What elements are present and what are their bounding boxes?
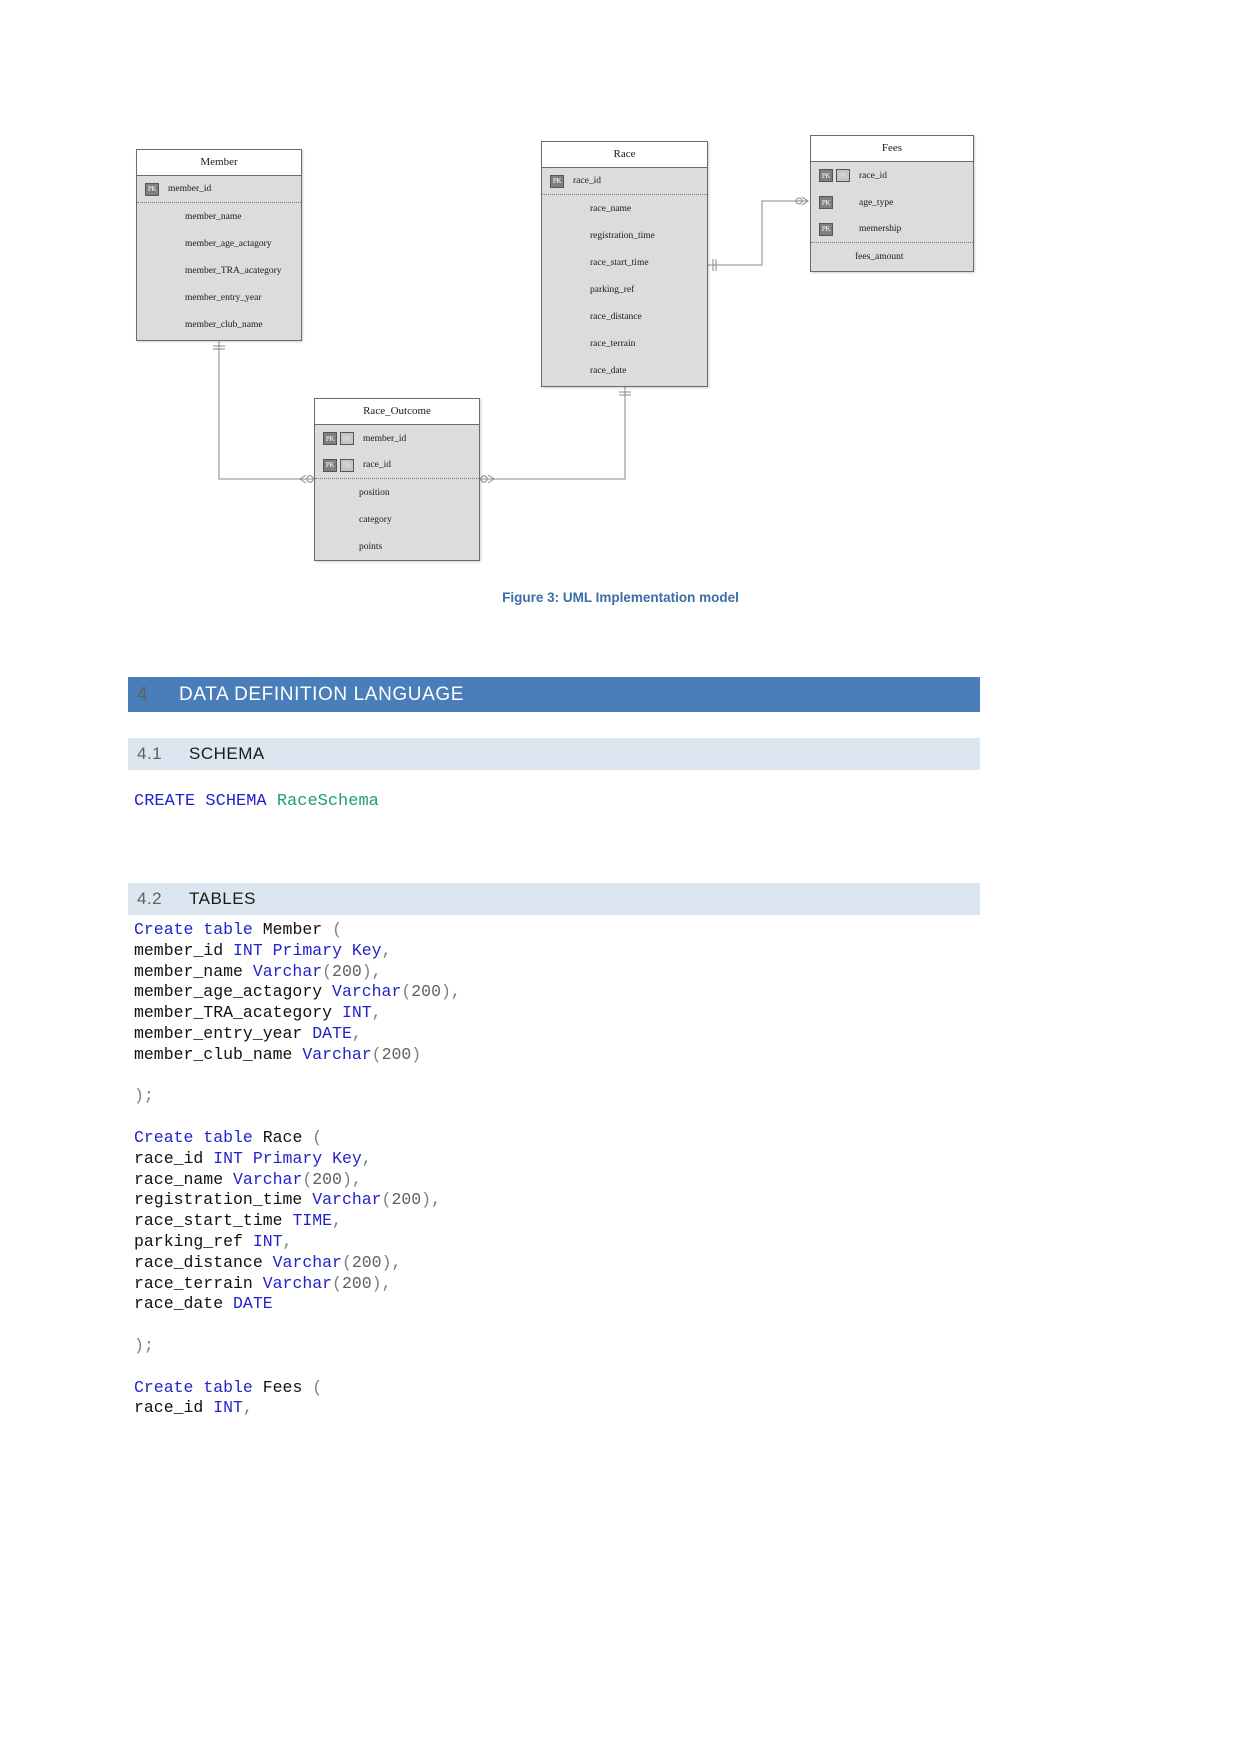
entity-attribute-row[interactable]: member_age_actagory: [137, 230, 301, 257]
subsection-heading-4-1: 4.1 SCHEMA: [128, 738, 980, 770]
attribute-label: member_id: [168, 184, 212, 194]
pk-badge-icon: PK: [323, 432, 337, 445]
entity-attribute-row[interactable]: parking_ref: [542, 276, 707, 303]
entity-attribute-row[interactable]: PK FK race_id: [315, 452, 479, 479]
entity-fees[interactable]: Fees PK FK race_id PK age_type PK memers…: [810, 135, 974, 272]
subsection-number: 4.2: [137, 889, 163, 908]
entity-attribute-list: PK race_id race_name registration_time r…: [542, 168, 707, 384]
entity-attribute-row[interactable]: member_name: [137, 203, 301, 230]
attribute-label: race_id: [573, 176, 601, 186]
attribute-label: position: [359, 487, 390, 498]
attribute-label: member_name: [185, 211, 242, 222]
entity-title: Fees: [811, 136, 973, 162]
attribute-label: race_id: [859, 170, 887, 181]
entity-attribute-row[interactable]: registration_time: [542, 222, 707, 249]
subsection-title: SCHEMA: [189, 744, 265, 763]
entity-attribute-row[interactable]: race_terrain: [542, 330, 707, 357]
subsection-number: 4.1: [137, 744, 163, 763]
entity-member[interactable]: Member PK member_id member_name member_a…: [136, 149, 302, 341]
attribute-label: age_type: [859, 197, 894, 208]
pk-badge-icon: PK: [819, 169, 833, 182]
entity-attribute-row[interactable]: PK memership: [811, 216, 973, 243]
entity-attribute-list: PK member_id member_name member_age_acta…: [137, 176, 301, 338]
entity-title: Race: [542, 142, 707, 168]
entity-attribute-row[interactable]: points: [315, 533, 479, 560]
attribute-label: race_start_time: [590, 257, 649, 268]
attribute-label: member_id: [363, 433, 407, 444]
subsection-heading-4-2: 4.2 TABLES: [128, 883, 980, 915]
attribute-label: race_date: [590, 365, 627, 376]
attribute-label: member_TRA_acategory: [185, 265, 282, 276]
attribute-label: race_name: [590, 203, 632, 214]
attribute-label: race_id: [363, 460, 391, 470]
entity-attribute-row[interactable]: PK FK race_id: [811, 162, 973, 189]
entity-attribute-row[interactable]: PK age_type: [811, 189, 973, 216]
attribute-label: registration_time: [590, 230, 655, 241]
badge-placeholder: [836, 223, 850, 236]
uml-implementation-figure: Member PK member_id member_name member_a…: [0, 0, 1241, 640]
section-number: 4: [137, 683, 149, 705]
subsection-title: TABLES: [189, 889, 256, 908]
entity-attribute-row[interactable]: race_date: [542, 357, 707, 384]
attribute-label: fees_amount: [855, 251, 904, 262]
attribute-label: parking_ref: [590, 284, 635, 295]
entity-attribute-row[interactable]: member_entry_year: [137, 284, 301, 311]
entity-attribute-row[interactable]: member_club_name: [137, 311, 301, 338]
section-title: DATA DEFINITION LANGUAGE: [179, 683, 465, 705]
entity-attribute-list: PK FK member_id PK FK race_id position c…: [315, 425, 479, 560]
attribute-label: category: [359, 514, 392, 525]
pk-badge-icon: PK: [323, 458, 337, 472]
pk-badge-icon: PK: [819, 222, 833, 236]
entity-attribute-row[interactable]: PK FK member_id: [315, 425, 479, 452]
attribute-label: memership: [859, 224, 902, 234]
entity-attribute-row[interactable]: fees_amount: [811, 243, 973, 270]
document-page: Member PK member_id member_name member_a…: [0, 0, 1241, 1754]
entity-title: Race_Outcome: [315, 399, 479, 425]
pk-badge-icon: PK: [550, 174, 564, 188]
figure-caption: Figure 3: UML Implementation model: [502, 590, 739, 605]
entity-attribute-row[interactable]: category: [315, 506, 479, 533]
entity-attribute-row[interactable]: member_TRA_acategory: [137, 257, 301, 284]
sql-code-tables: Create table Member (member_id INT Prima…: [134, 920, 461, 1418]
entity-attribute-row[interactable]: race_start_time: [542, 249, 707, 276]
fk-badge-icon: FK: [340, 432, 354, 445]
entity-attribute-row[interactable]: PK member_id: [137, 176, 301, 203]
attribute-label: member_club_name: [185, 319, 263, 330]
sql-code-schema: CREATE SCHEMA RaceSchema: [134, 792, 379, 811]
entity-attribute-row[interactable]: position: [315, 479, 479, 506]
fk-badge-icon: FK: [836, 169, 850, 182]
pk-badge-icon: PK: [819, 196, 833, 209]
attribute-label: points: [359, 541, 383, 552]
entity-title: Member: [137, 150, 301, 176]
section-heading-4: 4 DATA DEFINITION LANGUAGE: [128, 677, 980, 712]
pk-badge-icon: PK: [145, 182, 159, 196]
entity-attribute-row[interactable]: race_name: [542, 195, 707, 222]
entity-attribute-list: PK FK race_id PK age_type PK memership f…: [811, 162, 973, 270]
attribute-label: race_distance: [590, 311, 642, 322]
entity-attribute-row[interactable]: PK race_id: [542, 168, 707, 195]
fk-badge-icon: FK: [340, 458, 354, 472]
entity-race[interactable]: Race PK race_id race_name registration_t…: [541, 141, 708, 387]
entity-attribute-row[interactable]: race_distance: [542, 303, 707, 330]
attribute-label: member_entry_year: [185, 292, 262, 303]
attribute-label: race_terrain: [590, 338, 636, 349]
badge-placeholder: [836, 196, 850, 209]
entity-race-outcome[interactable]: Race_Outcome PK FK member_id PK FK race_…: [314, 398, 480, 561]
attribute-label: member_age_actagory: [185, 238, 272, 249]
